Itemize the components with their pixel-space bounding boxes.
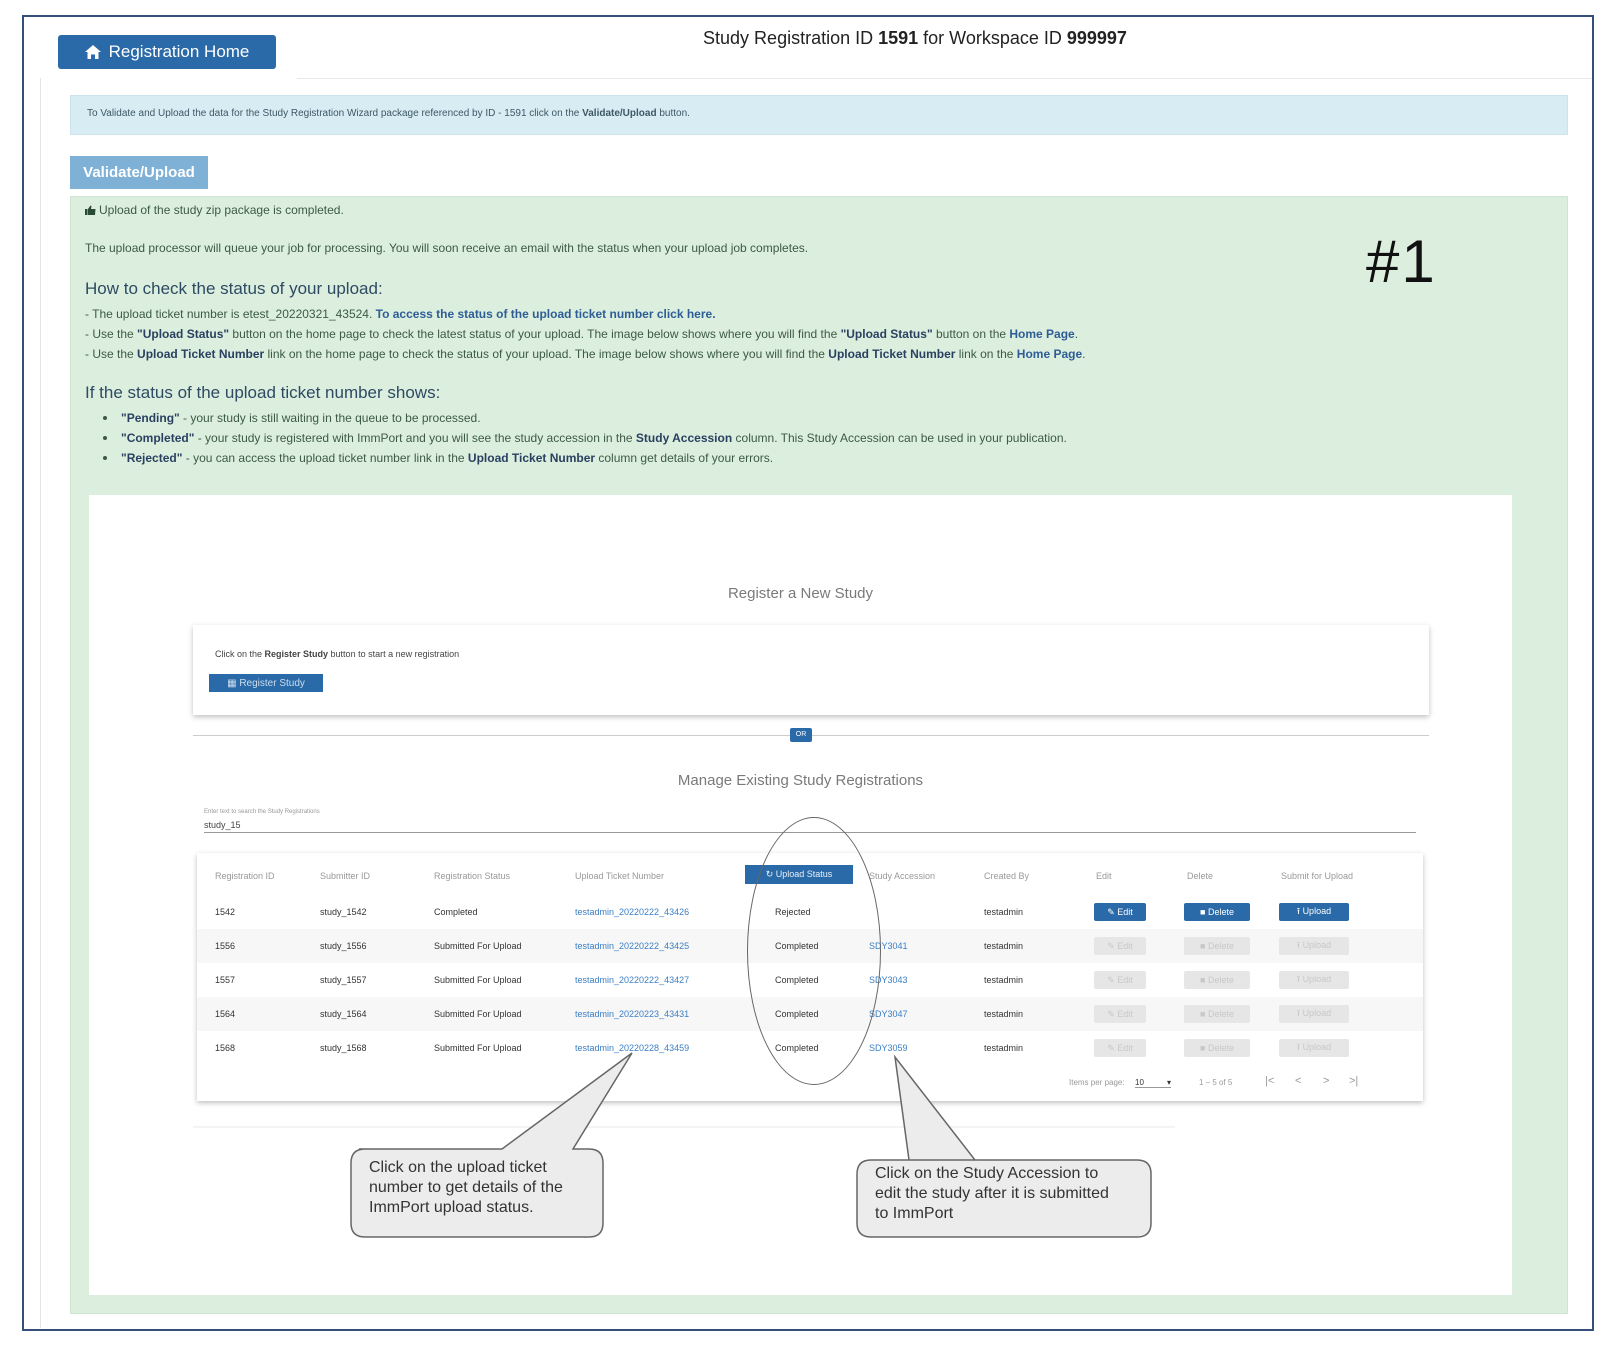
status-completed: "Completed" - your study is registered w…: [103, 431, 1067, 445]
home-icon: [84, 45, 101, 59]
left-callout-line-3: ImmPort upload status.: [369, 1199, 534, 1216]
how-line-3-mid2: link on the: [955, 347, 1017, 361]
validate-upload-button[interactable]: Validate/Upload: [70, 156, 208, 189]
header-divider: [297, 78, 1592, 79]
home-page-link-2[interactable]: Home Page: [1017, 347, 1082, 361]
status-pending-label: "Pending": [121, 411, 180, 425]
how-line-3-mid: link on the home page to check the statu…: [264, 347, 829, 361]
how-line-2-post: .: [1074, 327, 1079, 341]
how-line-2: - Use the "Upload Status" button on the …: [85, 327, 1078, 341]
right-callout-text: Click on the Study Accession to edit the…: [875, 1164, 1109, 1224]
status-pending-text: - your study is still waiting in the que…: [179, 411, 481, 425]
embedded-screenshot: Register a New Study Click on the Regist…: [89, 495, 1512, 1295]
info-bold: Validate/Upload: [582, 108, 657, 119]
how-line-1-text: - The upload ticket number is etest_2022…: [85, 307, 376, 321]
registration-id: 1591: [878, 28, 919, 48]
upload-complete-text: Upload of the study zip package is compl…: [99, 203, 344, 217]
thumbs-up-icon: [85, 205, 96, 215]
how-line-3-post: .: [1082, 347, 1086, 361]
left-callout-line-1: Click on the upload ticket: [369, 1159, 547, 1176]
queue-msg: The upload processor will queue your job…: [85, 241, 809, 255]
how-to-heading: How to check the status of your upload:: [85, 279, 383, 298]
workspace-id: 999997: [1066, 28, 1127, 48]
how-line-3-pre: - Use the: [85, 347, 138, 361]
ticket-status-link[interactable]: To access the status of the upload ticke…: [376, 307, 716, 321]
page-title: Study Registration ID 1591 for Workspace…: [600, 28, 1230, 49]
status-completed-label: "Completed": [121, 431, 195, 445]
how-line-2-b1: "Upload Status": [137, 327, 230, 341]
how-line-1: - The upload ticket number is etest_2022…: [85, 307, 716, 321]
status-rejected-label: "Rejected": [121, 451, 183, 465]
status-rejected-text2: column get details of your errors.: [595, 451, 774, 465]
upload-complete-msg: Upload of the study zip package is compl…: [85, 203, 344, 217]
right-callout-line-3: to ImmPort: [875, 1205, 954, 1222]
status-rejected-b2: Upload Ticket Number: [467, 451, 596, 465]
right-callout-line-2: edit the study after it is submitted: [875, 1185, 1109, 1202]
registration-home-button[interactable]: Registration Home: [58, 35, 276, 69]
info-alert: To Validate and Upload the data for the …: [70, 95, 1568, 135]
status-completed-b2: Study Accession: [635, 431, 733, 445]
title-middle: for Workspace ID: [918, 28, 1067, 48]
how-line-3-b2: Upload Ticket Number: [828, 347, 956, 361]
how-line-2-mid: button on the home page to check the lat…: [229, 327, 841, 341]
marker-number: #1: [1366, 228, 1437, 295]
info-text-end: button.: [656, 108, 690, 119]
how-line-2-mid2: button on the: [932, 327, 1010, 341]
registration-home-label: Registration Home: [108, 42, 250, 61]
how-line-2-b2: "Upload Status": [840, 327, 933, 341]
title-prefix: Study Registration ID: [703, 28, 879, 48]
status-pending: "Pending" - your study is still waiting …: [103, 411, 481, 425]
right-callout-line-1: Click on the Study Accession to: [875, 1165, 1099, 1182]
how-line-3-b1: Upload Ticket Number: [137, 347, 265, 361]
callout-bubbles: [193, 1052, 1175, 1238]
status-completed-text2: column. This Study Accession can be used…: [732, 431, 1067, 445]
status-rejected-text: - you can access the upload ticket numbe…: [182, 451, 468, 465]
success-panel: Upload of the study zip package is compl…: [70, 196, 1568, 1314]
left-callout-text: Click on the upload ticket number to get…: [369, 1158, 563, 1218]
status-heading: If the status of the upload ticket numbe…: [85, 383, 441, 402]
home-page-link-1[interactable]: Home Page: [1009, 327, 1074, 341]
left-callout-line-2: number to get details of the: [369, 1179, 563, 1196]
left-divider: [40, 78, 41, 1328]
how-line-3: - Use the Upload Ticket Number link on t…: [85, 347, 1086, 361]
status-rejected: "Rejected" - you can access the upload t…: [103, 451, 773, 465]
status-completed-text: - your study is registered with ImmPort …: [194, 431, 636, 445]
info-text: To Validate and Upload the data for the …: [87, 108, 583, 119]
how-line-2-pre: - Use the: [85, 327, 138, 341]
